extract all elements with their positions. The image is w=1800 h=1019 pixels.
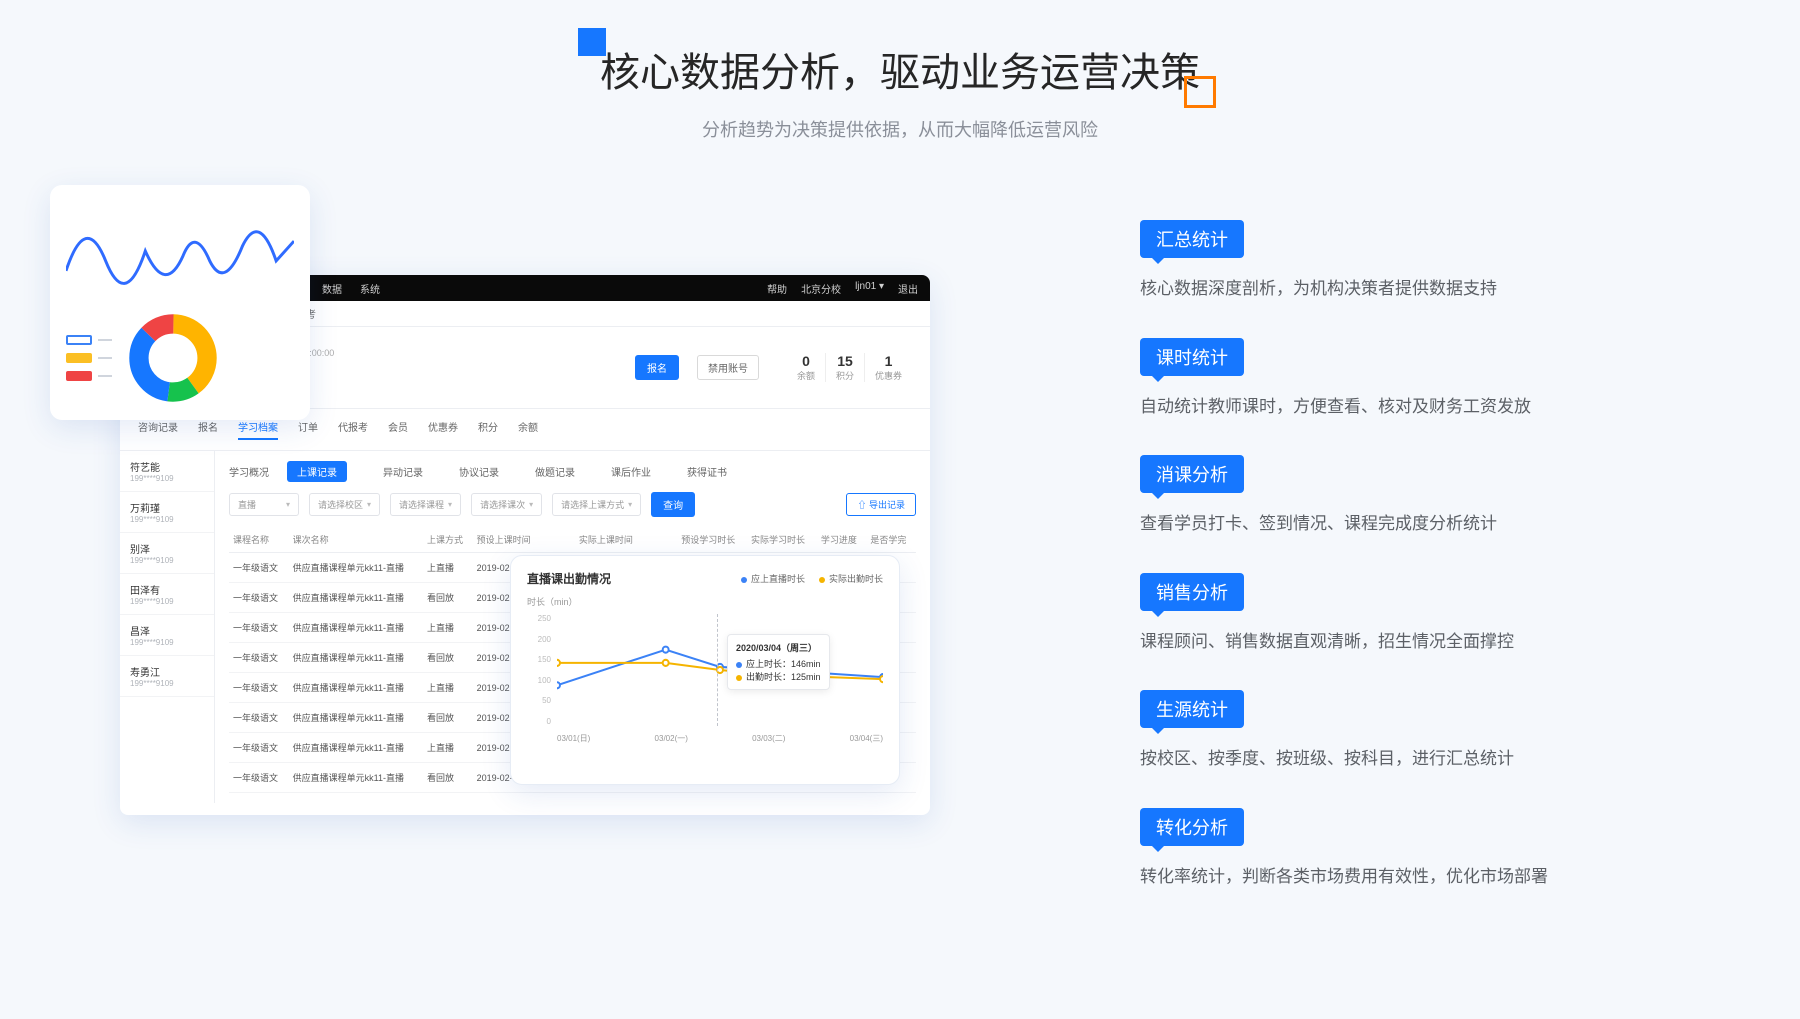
feature-tag-2: 消课分析 [1140, 455, 1244, 493]
table-header: 课程名称 [229, 527, 289, 553]
filter-bar: 直播 请选择校区 请选择课程 请选择课次 请选择上课方式 查询 ⇧ 导出记录 [229, 492, 916, 517]
chart-tooltip: 2020/03/04（周三） 应上时长：146min 出勤时长：125min [727, 634, 830, 690]
signup-button[interactable]: 报名 [635, 355, 679, 380]
record-tab[interactable]: 报名 [198, 419, 218, 440]
record-tab[interactable]: 咨询记录 [138, 419, 178, 440]
filter-lesson[interactable]: 请选择课次 [471, 493, 542, 516]
study-subtabs: 学习概况 上课记录 异动记录 协议记录 做题记录 课后作业 获得证书 [229, 461, 916, 482]
filter-mode[interactable]: 请选择上课方式 [552, 493, 641, 516]
chart-title: 直播课出勤情况 [527, 570, 611, 587]
chart-ylabel: 时长（min） [527, 595, 883, 608]
table-header: 实际上课时间 [575, 527, 677, 553]
sidebar-student[interactable]: 田泽有199****9109 [120, 574, 214, 615]
chart-plot: 2020/03/04（周三） 应上时长：146min 出勤时长：125min [557, 614, 883, 726]
table-header: 学习进度 [817, 527, 867, 553]
record-tab[interactable]: 学习档案 [238, 419, 278, 440]
filter-type[interactable]: 直播 [229, 493, 299, 516]
topnav-item[interactable]: 系统 [360, 281, 380, 296]
sidebar-student[interactable]: 昌泽199****9109 [120, 615, 214, 656]
student-sidebar: 符艺能199****9109万莉瑾199****9109别泽199****910… [120, 451, 215, 803]
search-button[interactable]: 查询 [651, 492, 695, 517]
sidebar-student[interactable]: 万莉瑾199****9109 [120, 492, 214, 533]
subtab-item[interactable]: 课后作业 [611, 464, 651, 479]
sidebar-student[interactable]: 符艺能199****9109 [120, 451, 214, 492]
feature-list: 汇总统计 核心数据深度剖析，为机构决策者提供数据支持课时统计 自动统计教师课时，… [1140, 220, 1700, 925]
record-tab[interactable]: 订单 [298, 419, 318, 440]
table-header: 预设学习时长 [677, 527, 747, 553]
feature-desc-1: 自动统计教师课时，方便查看、核对及财务工资发放 [1140, 394, 1700, 420]
table-header: 上课方式 [423, 527, 473, 553]
feature-tag-4: 生源统计 [1140, 690, 1244, 728]
legend-expected: 应上直播时长 [741, 572, 805, 585]
feature-tag-5: 转化分析 [1140, 808, 1244, 846]
record-tab[interactable]: 优惠券 [428, 419, 458, 440]
page-subtitle: 分析趋势为决策提供依据，从而大幅降低运营风险 [0, 116, 1800, 142]
legend-actual: 实际出勤时长 [819, 572, 883, 585]
table-header: 实际学习时长 [747, 527, 817, 553]
subtab-item[interactable]: 协议记录 [459, 464, 499, 479]
filter-campus[interactable]: 请选择校区 [309, 493, 380, 516]
feature-desc-4: 按校区、按季度、按班级、按科目，进行汇总统计 [1140, 746, 1700, 772]
stat-item: 0余额 [787, 353, 825, 382]
mini-chart-card [50, 185, 310, 420]
subtab-records[interactable]: 上课记录 [287, 461, 347, 482]
subtab-item[interactable]: 做题记录 [535, 464, 575, 479]
feature-tag-3: 销售分析 [1140, 573, 1244, 611]
subtab-item[interactable]: 获得证书 [687, 464, 727, 479]
mini-legend [66, 335, 112, 381]
record-tab[interactable]: 余额 [518, 419, 538, 440]
feature-desc-2: 查看学员打卡、签到情况、课程完成度分析统计 [1140, 511, 1700, 537]
table-header: 预设上课时间 [473, 527, 575, 553]
sidebar-student[interactable]: 寿勇江199****9109 [120, 656, 214, 697]
filter-course[interactable]: 请选择课程 [390, 493, 461, 516]
table-header: 是否学完 [866, 527, 916, 553]
page-title: 核心数据分析，驱动业务运营决策 [600, 40, 1200, 98]
wave-chart [66, 201, 294, 301]
sidebar-student[interactable]: 别泽199****9109 [120, 533, 214, 574]
record-tab[interactable]: 会员 [388, 419, 408, 440]
disable-account-button[interactable]: 禁用账号 [697, 355, 759, 380]
feature-tag-1: 课时统计 [1140, 338, 1244, 376]
topnav-item[interactable]: 数据 [322, 281, 342, 296]
donut-chart [128, 313, 218, 403]
help-link[interactable]: 帮助 [767, 281, 787, 296]
table-header: 课次名称 [289, 527, 423, 553]
feature-desc-0: 核心数据深度剖析，为机构决策者提供数据支持 [1140, 276, 1700, 302]
campus-selector[interactable]: 北京分校 [801, 281, 841, 296]
stat-item: 15积分 [825, 353, 864, 382]
logout-link[interactable]: 退出 [898, 281, 918, 296]
user-menu[interactable]: ljn01 ▾ [855, 281, 884, 296]
feature-tag-0: 汇总统计 [1140, 220, 1244, 258]
record-tab[interactable]: 代报考 [338, 419, 368, 440]
feature-desc-5: 转化率统计，判断各类市场费用有效性，优化市场部署 [1140, 864, 1700, 890]
export-button[interactable]: ⇧ 导出记录 [846, 493, 916, 516]
subtab-overview[interactable]: 学习概况 [229, 464, 269, 479]
attendance-chart-card: 直播课出勤情况 应上直播时长 实际出勤时长 时长（min） 2502001501… [510, 555, 900, 785]
subtab-item[interactable]: 异动记录 [383, 464, 423, 479]
feature-desc-3: 课程顾问、销售数据直观清晰，招生情况全面撑控 [1140, 629, 1700, 655]
record-tab[interactable]: 积分 [478, 419, 498, 440]
stat-item: 1优惠券 [864, 353, 912, 382]
